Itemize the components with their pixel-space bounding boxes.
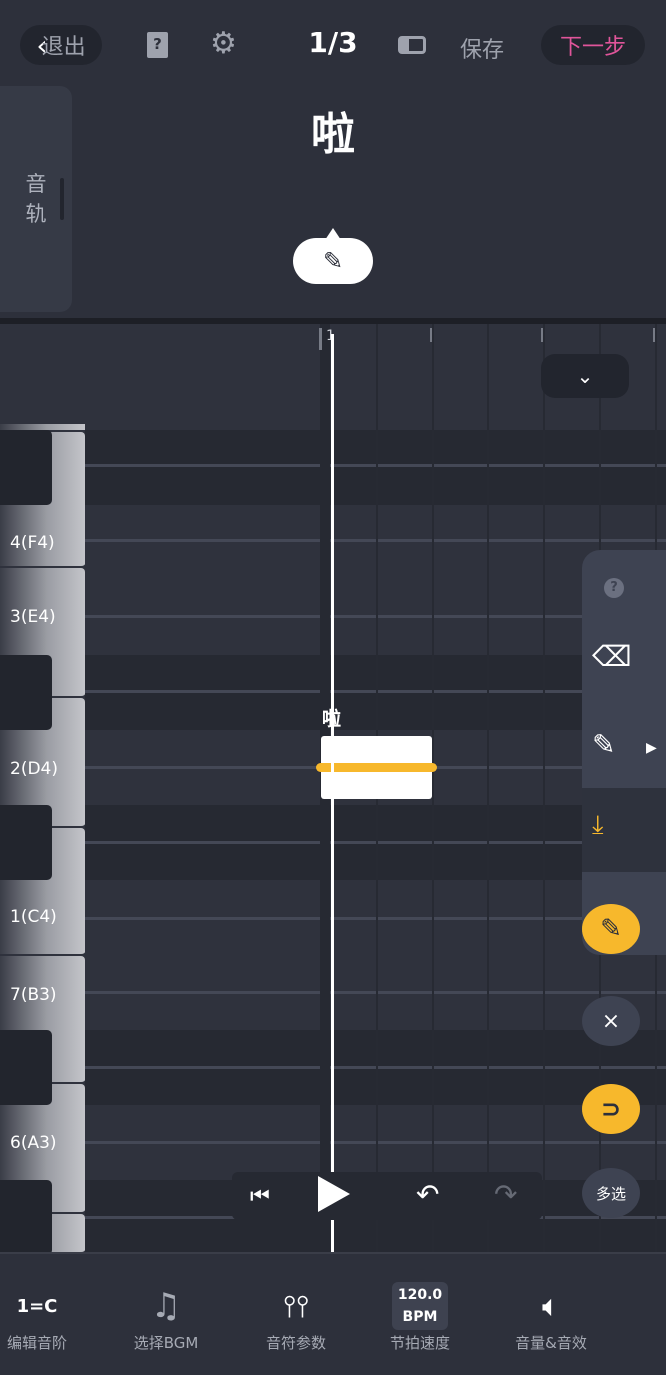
settings-gear-icon[interactable]: ⚙ [210, 26, 237, 61]
key-label: 7(B3) [10, 985, 57, 1005]
multi-select-label: 多选 [595, 1184, 626, 1203]
edit-scale-tool[interactable]: 1=C 编辑音阶 [0, 1280, 92, 1353]
snap-magnet-button[interactable]: ⊃ [582, 1084, 640, 1134]
accompaniment-tool[interactable]: ( 伴 [620, 1280, 666, 1353]
top-bar: ‹ 退出 ? ⚙ 1/3 保存 下一步 [0, 0, 666, 90]
undo-icon[interactable]: ↶ [416, 1178, 439, 1211]
redo-icon[interactable]: ↷ [494, 1178, 517, 1211]
key-label: 3(E4) [10, 607, 56, 627]
key-label: 6(A3) [10, 1133, 57, 1153]
edit-lyric-button[interactable]: ✎ [293, 228, 373, 284]
tool-label: 选择BGM [133, 1334, 199, 1352]
tempo-tool[interactable]: 120.0 BPM 节拍速度 [365, 1280, 475, 1353]
current-lyric: 啦 [311, 109, 355, 160]
battery-icon [398, 36, 426, 54]
collapse-button[interactable]: ⌄ [541, 354, 629, 398]
compress-button[interactable]: ⨯ [582, 996, 640, 1046]
bar-marker [319, 328, 322, 350]
help-book-icon[interactable]: ? [147, 32, 168, 58]
help-icon[interactable]: ? [604, 578, 624, 598]
erase-curve-icon[interactable]: ⌫ [592, 640, 632, 673]
beat-tick [541, 328, 543, 342]
piano-key-f#4[interactable] [0, 430, 52, 505]
playhead[interactable] [331, 334, 334, 1252]
play-icon[interactable] [318, 1176, 350, 1212]
side-toolbar: ? ⌫ ✎ ▶ ⤓ [582, 550, 666, 955]
volume-effects-tool[interactable]: 🔈︎ 音量&音效 [496, 1280, 606, 1353]
sliders-icon: ⫯⫯ [282, 1288, 310, 1324]
partial-icon: ( [620, 1280, 666, 1332]
skip-to-start-icon[interactable]: ⏮ [250, 1184, 270, 1209]
magnet-icon: ⊃ [600, 1095, 622, 1123]
key-label: 4(F4) [10, 533, 55, 553]
scale-badge: 1=C [16, 1295, 58, 1317]
transport-bar: ⏮ ↶ ↷ [232, 1172, 542, 1220]
draw-curve-icon[interactable]: ✎ [592, 728, 615, 761]
exit-label: 退出 [41, 35, 86, 60]
multi-select-button[interactable]: 多选 [582, 1168, 640, 1218]
save-button[interactable]: 保存 [460, 32, 504, 64]
bpm-unit: BPM [402, 1309, 438, 1325]
chevron-down-icon: ⌄ [576, 364, 594, 388]
piano-key-c#4[interactable] [0, 805, 52, 880]
curve-pencil-icon: ✎ [600, 914, 622, 944]
piano-key-g#3[interactable] [0, 1180, 52, 1252]
track-handle[interactable] [60, 178, 64, 220]
piano-roll[interactable]: 1 ⌄ 4(F4) 3(E4) 2(D4) 1(C4) 7(B3) 6(A3) … [0, 324, 666, 1252]
next-label: 下一步 [559, 35, 626, 60]
pitch-line[interactable] [316, 763, 437, 772]
track-label-2: 轨 [25, 202, 47, 226]
tool-label: 编辑音阶 [6, 1334, 67, 1352]
page-indicator: 1/3 [308, 26, 358, 59]
curve-edit-button[interactable]: ✎ [582, 904, 640, 954]
exit-button[interactable]: ‹ 退出 [20, 25, 102, 65]
music-note-plus-icon: ♫ [150, 1286, 182, 1326]
pencil-icon: ✎ [322, 247, 344, 275]
bpm-value: 120.0 [397, 1287, 443, 1303]
piano-key-a#3[interactable] [0, 1030, 52, 1105]
piano-key-d#4[interactable] [0, 655, 52, 730]
key-label: 1(C4) [10, 907, 57, 927]
tool-label: 音符参数 [265, 1334, 326, 1352]
select-bgm-tool[interactable]: ♫ 选择BGM [111, 1280, 221, 1353]
beat-tick [430, 328, 432, 342]
beat-tick [653, 328, 655, 342]
tool-label: 节拍速度 [389, 1334, 450, 1352]
bpm-badge: 120.0 BPM [391, 1282, 449, 1330]
next-step-button[interactable]: 下一步 [541, 25, 645, 65]
expand-arrow-icon[interactable]: ▶ [646, 740, 657, 756]
key-label: 2(D4) [10, 759, 58, 779]
note-params-tool[interactable]: ⫯⫯ 音符参数 [241, 1280, 351, 1353]
tool-label: 伴 [620, 1332, 666, 1353]
track-label-1: 音 [25, 172, 47, 196]
pitch-drop-icon[interactable]: ⤓ [592, 810, 604, 841]
speaker-icon: 🔈︎ [542, 1288, 560, 1324]
tool-label: 音量&音效 [515, 1334, 587, 1352]
compress-icon: ⨯ [601, 1008, 621, 1034]
